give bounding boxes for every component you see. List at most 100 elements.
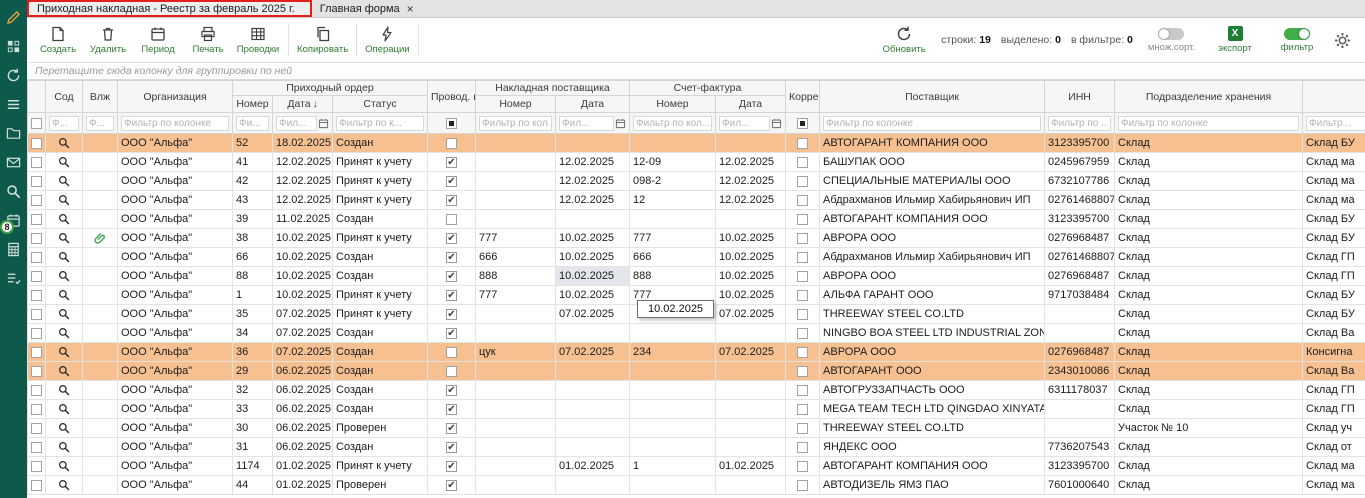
- row-checkbox[interactable]: [31, 233, 42, 244]
- col-header-sel[interactable]: [28, 81, 46, 113]
- table-row[interactable]: ООО "Альфа"4312.02.2025Принят к учету✔12…: [28, 191, 1365, 210]
- operations-button[interactable]: Операции: [362, 23, 412, 57]
- open-record-icon[interactable]: [58, 365, 70, 377]
- row-checkbox[interactable]: [31, 176, 42, 187]
- calendar-icon[interactable]: [771, 118, 782, 129]
- row-checkbox[interactable]: [31, 157, 42, 168]
- col-header-supplier[interactable]: Поставщик: [820, 81, 1045, 113]
- row-checkbox[interactable]: [31, 328, 42, 339]
- open-record-icon[interactable]: [58, 327, 70, 339]
- cell-select[interactable]: [28, 210, 46, 229]
- filter-input-inv_date[interactable]: [719, 116, 770, 131]
- col-header-inv_date[interactable]: Дата: [716, 96, 786, 113]
- cell-select[interactable]: [28, 362, 46, 381]
- filter-input-sup_num[interactable]: [479, 116, 552, 131]
- cell-select[interactable]: [28, 191, 46, 210]
- queue-icon[interactable]: [6, 96, 22, 112]
- open-record-icon[interactable]: [58, 403, 70, 415]
- close-tab-icon[interactable]: ×: [407, 4, 414, 14]
- table-row[interactable]: ООО "Альфа"3407.02.2025Создан✔NINGBO BOA…: [28, 324, 1365, 343]
- cell-select[interactable]: [28, 438, 46, 457]
- open-record-icon[interactable]: [58, 460, 70, 472]
- attachment-icon[interactable]: [94, 232, 107, 244]
- cell-select[interactable]: [28, 457, 46, 476]
- row-checkbox[interactable]: [31, 366, 42, 377]
- filter-input-sup_date[interactable]: [559, 116, 614, 131]
- open-record-icon[interactable]: [58, 175, 70, 187]
- open-record-icon[interactable]: [58, 156, 70, 168]
- row-checkbox[interactable]: [31, 404, 42, 415]
- filter-input-num[interactable]: [236, 116, 269, 131]
- table-row[interactable]: ООО "Альфа"117401.02.2025Принят к учету✔…: [28, 457, 1365, 476]
- multisort-toggle[interactable]: множ.сорт.: [1145, 26, 1198, 55]
- cell-select[interactable]: [28, 267, 46, 286]
- col-header-division[interactable]: Подразделение хранения: [1115, 81, 1303, 113]
- cell-open[interactable]: [46, 286, 83, 305]
- table-row[interactable]: ООО "Альфа"4401.02.2025Проверен✔АВТОДИЗЕ…: [28, 476, 1365, 495]
- cell-open[interactable]: [46, 267, 83, 286]
- row-checkbox[interactable]: [31, 252, 42, 263]
- row-checkbox[interactable]: [31, 347, 42, 358]
- cell-select[interactable]: [28, 305, 46, 324]
- cell-open[interactable]: [46, 134, 83, 153]
- print-button[interactable]: Печать: [183, 23, 233, 57]
- open-record-icon[interactable]: [58, 251, 70, 263]
- table-row[interactable]: ООО "Альфа"3206.02.2025Создан✔АВТОГРУЗЗА…: [28, 381, 1365, 400]
- postings-button[interactable]: Проводки: [233, 23, 283, 57]
- cell-select[interactable]: [28, 324, 46, 343]
- row-checkbox[interactable]: [31, 138, 42, 149]
- cell-select[interactable]: [28, 153, 46, 172]
- open-record-icon[interactable]: [58, 479, 70, 491]
- copy-button[interactable]: Копировать: [294, 23, 351, 57]
- open-record-icon[interactable]: [58, 346, 70, 358]
- search-icon[interactable]: [6, 183, 22, 199]
- filter-input-sod[interactable]: [49, 116, 79, 131]
- cell-open[interactable]: [46, 153, 83, 172]
- open-record-icon[interactable]: [58, 308, 70, 320]
- table-row[interactable]: ООО "Альфа"4212.02.2025Принят к учету✔12…: [28, 172, 1365, 191]
- cell-open[interactable]: [46, 457, 83, 476]
- open-record-icon[interactable]: [58, 232, 70, 244]
- tab-incoming-invoice-register[interactable]: Приходная накладная - Реестр за февраль …: [27, 0, 312, 17]
- cell-select[interactable]: [28, 400, 46, 419]
- table-row[interactable]: ООО "Альфа"6610.02.2025Создан✔66610.02.2…: [28, 248, 1365, 267]
- filter-input-division[interactable]: [1118, 116, 1299, 131]
- table-row[interactable]: ООО "Альфа"2906.02.2025СозданАВТОГАРАНТ …: [28, 362, 1365, 381]
- table-row[interactable]: ООО "Альфа"5218.02.2025СозданАВТОГАРАНТ …: [28, 134, 1365, 153]
- row-checkbox[interactable]: [31, 290, 42, 301]
- create-button[interactable]: Создать: [33, 23, 83, 57]
- cell-open[interactable]: [46, 400, 83, 419]
- col-header-inv_num[interactable]: Номер: [630, 96, 716, 113]
- open-record-icon[interactable]: [58, 137, 70, 149]
- cell-select[interactable]: [28, 172, 46, 191]
- open-record-icon[interactable]: [58, 384, 70, 396]
- folder-icon[interactable]: [6, 125, 22, 141]
- open-record-icon[interactable]: [58, 422, 70, 434]
- calendar-icon[interactable]: [318, 118, 329, 129]
- cell-select[interactable]: [28, 286, 46, 305]
- open-record-icon[interactable]: [58, 270, 70, 282]
- sync-icon[interactable]: [6, 67, 22, 83]
- multisort-switch[interactable]: [1158, 28, 1184, 40]
- col-header-corr[interactable]: Коррек...: [786, 81, 820, 113]
- table-row[interactable]: ООО "Альфа"3006.02.2025Проверен✔THREEWAY…: [28, 419, 1365, 438]
- col-header-extra[interactable]: [1303, 81, 1365, 113]
- reports-icon[interactable]: [6, 241, 22, 257]
- cell-open[interactable]: [46, 324, 83, 343]
- filter-checkbox-posted[interactable]: [446, 118, 457, 129]
- delete-button[interactable]: Удалить: [83, 23, 133, 57]
- row-checkbox[interactable]: [31, 423, 42, 434]
- col-header-org[interactable]: Организация: [118, 81, 233, 113]
- filter-input-inn[interactable]: [1048, 116, 1111, 131]
- col-header-posted[interactable]: Провод. в балансе: [428, 81, 476, 113]
- cell-select[interactable]: [28, 381, 46, 400]
- filter-checkbox-corr[interactable]: [797, 118, 808, 129]
- table-row[interactable]: ООО "Альфа"3306.02.2025Создан✔MEGA TEAM …: [28, 400, 1365, 419]
- groupby-dropzone[interactable]: Перетащите сюда колонку для группировки …: [27, 63, 1365, 80]
- cell-attach[interactable]: [83, 229, 118, 248]
- filter-input-status[interactable]: [336, 116, 424, 131]
- row-checkbox[interactable]: [31, 214, 42, 225]
- cell-select[interactable]: [28, 476, 46, 495]
- table-row[interactable]: ООО "Альфа"3810.02.2025Принят к учету✔77…: [28, 229, 1365, 248]
- modules-icon[interactable]: [6, 38, 22, 54]
